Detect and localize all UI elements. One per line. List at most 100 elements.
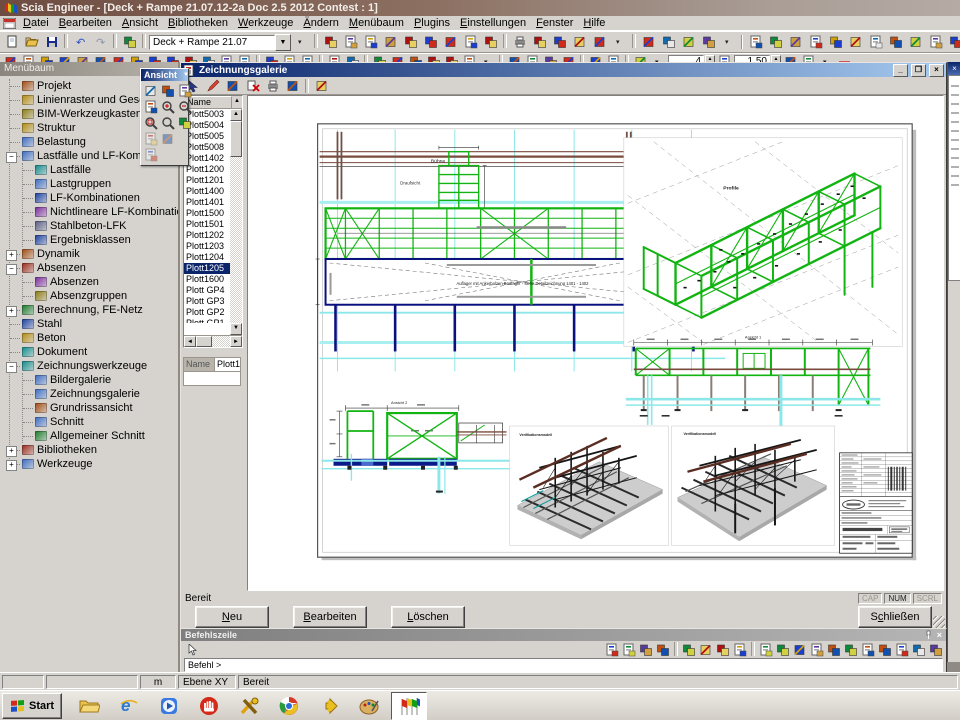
view-g-icon[interactable] [866,34,885,51]
chrome-taskbar-icon[interactable] [271,692,307,720]
expand-icon[interactable]: + [6,250,17,261]
edit-plot-icon[interactable] [203,77,222,94]
collapse-icon[interactable]: − [6,152,17,163]
sort-asc-icon[interactable]: ▲ [232,96,242,108]
scroll-left-icon[interactable]: ◄ [184,336,196,347]
app-titlebar[interactable]: Scia Engineer - [Deck + Rampe 21.07.12-2… [0,0,960,16]
paste-icon[interactable] [401,34,420,51]
caret-icon[interactable]: ▾ [292,34,311,51]
gallery-doc-icon[interactable] [361,34,380,51]
tree-item-absenzen[interactable]: Absenzen [35,275,178,289]
snap-line-icon[interactable] [604,642,620,657]
delete-plot-icon[interactable] [243,77,262,94]
drawing-canvas[interactable]: Draufsicht Bühne [247,95,944,591]
plot-list-item[interactable]: Plott1402 [184,153,230,164]
export-plot-icon[interactable] [283,77,302,94]
plot-list-item[interactable]: Plott1200 [184,164,230,175]
view-axes-icon[interactable] [143,99,159,114]
combo-dropdown-icon[interactable]: ▼ [275,34,291,51]
snap-ortho-icon[interactable] [809,642,825,657]
menu-bearbeiten[interactable]: Bearbeiten [54,17,117,29]
view-next-icon[interactable] [160,131,176,146]
menu-menbaum[interactable]: Menübaum [344,17,409,29]
arrows-taskbar-icon[interactable] [311,692,347,720]
text-cursor-icon[interactable] [699,34,718,51]
view-doc-icon[interactable] [143,147,159,162]
plot-list-item[interactable]: Plott1500 [184,208,230,219]
command-pointer-icon[interactable] [183,641,202,658]
layout-a-icon[interactable] [441,34,460,51]
view-e-icon[interactable] [826,34,845,51]
zoom-all-icon[interactable] [160,115,176,130]
tree-item-dokument[interactable]: Dokument [22,345,178,359]
menu-bibliotheken[interactable]: Bibliotheken [163,17,233,29]
tree-item-ergebnisklassen[interactable]: Ergebnisklassen [35,233,178,247]
menu-plugins[interactable]: Plugins [409,17,455,29]
plot-list-item[interactable]: Plott GP1 [184,318,230,323]
view-d-icon[interactable] [806,34,825,51]
menu-fenster[interactable]: Fenster [531,17,578,29]
minimize-icon[interactable]: _ [893,64,908,77]
undo-icon[interactable]: ↶ [71,34,90,51]
menu-einstellungen[interactable]: Einstellungen [455,17,531,29]
neu-button[interactable]: Neu [195,606,269,628]
ansicht-toolbar-titlebar[interactable]: Ansicht ▼ [141,69,188,81]
plot-list-item[interactable]: Plott1600 [184,274,230,285]
tree-item-absenzgruppen[interactable]: Absenzgruppen [35,289,178,303]
plot-list-item[interactable]: Plott1501 [184,219,230,230]
snap-node-icon[interactable] [681,642,697,657]
close-icon[interactable]: × [948,62,960,75]
pin-icon[interactable] [924,630,933,641]
plot-list-item[interactable]: Plott GP2 [184,307,230,318]
page-icon[interactable] [590,34,609,51]
scroll-up-icon[interactable]: ▲ [230,109,242,121]
snap-edge-icon[interactable] [698,642,714,657]
plot-list-item[interactable]: Plott1202 [184,230,230,241]
snap-perp-icon[interactable] [732,642,748,657]
print-icon[interactable] [510,34,529,51]
schliessen-button[interactable]: Schließen [858,606,932,628]
expand-icon[interactable]: + [6,446,17,457]
view-surfaces-icon[interactable] [160,83,176,98]
view-a-icon[interactable] [746,34,765,51]
plot-list-hscrollbar[interactable]: ◄ ► [184,335,242,347]
snap-end-icon[interactable] [928,642,944,657]
vscroll-thumb[interactable] [230,121,242,157]
media-player-taskbar-icon[interactable] [151,692,187,720]
restore-icon[interactable]: ❐ [911,64,926,77]
menu-werkzeuge[interactable]: Werkzeuge [233,17,298,29]
tree-item-stahlbeton-lfk[interactable]: Stahlbeton-LFK [35,219,178,233]
properties-panel-sliver[interactable]: × [947,62,960,662]
tree-item-zeichnungsgalerie[interactable]: Zeichnungsgalerie [35,387,178,401]
view-c-icon[interactable] [786,34,805,51]
tree-item-berechnung-fe-netz[interactable]: +Berechnung, FE-Netz [22,303,178,317]
snap-arc-icon[interactable] [621,642,637,657]
bearbeiten-button[interactable]: Bearbeiten [293,606,367,628]
menu-datei[interactable]: Datei [18,17,54,29]
tree-item-lf-kombinationen[interactable]: LF-Kombinationen [35,191,178,205]
tree-item-bildergalerie[interactable]: Bildergalerie [35,373,178,387]
plot-list-item[interactable]: Plott1201 [184,175,230,186]
status-plane[interactable]: Ebene XY [178,675,236,689]
gallery-titlebar[interactable]: Zeichnungsgalerie _ ❐ × [181,63,946,77]
expand-icon[interactable]: + [6,306,17,317]
tree-item-stahl[interactable]: Stahl [22,317,178,331]
paint-taskbar-icon[interactable] [351,692,387,720]
plot-list-item[interactable]: Plott GP3 [184,296,230,307]
collapse-icon[interactable]: − [6,264,17,275]
copy-plot-icon[interactable] [223,77,242,94]
save-icon[interactable] [42,34,61,51]
snap-len-icon[interactable] [894,642,910,657]
new-doc-icon[interactable] [2,34,21,51]
view-f-icon[interactable] [846,34,865,51]
caret-icon[interactable]: ▾ [719,34,738,51]
snap-box-icon[interactable] [911,642,927,657]
view-prev-icon[interactable] [143,131,159,146]
explorer-taskbar-icon[interactable] [71,692,107,720]
vnc-taskbar-icon[interactable] [191,692,227,720]
scia-engineer-taskbar-icon[interactable] [391,692,427,720]
tree-item-nichtlineare-lf-kombinationen[interactable]: Nichtlineare LF-Kombinationen [35,205,178,219]
view-j-icon[interactable] [926,34,945,51]
lschen-button[interactable]: Löschen [391,606,465,628]
start-button[interactable]: Start [2,693,62,719]
